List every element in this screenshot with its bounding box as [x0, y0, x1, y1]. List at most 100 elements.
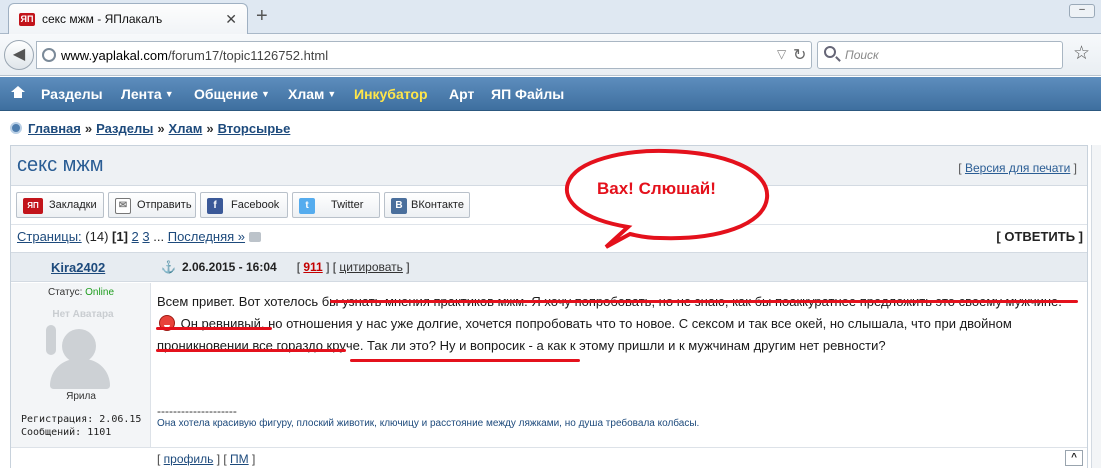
- post-date: 2.06.2015 - 16:04: [181, 260, 277, 274]
- menu-item-obshchenie[interactable]: Общение ▼: [194, 86, 270, 102]
- menu-item-razdely[interactable]: Разделы: [41, 86, 103, 102]
- twitter-label: Twitter: [331, 199, 364, 211]
- post-footer: [ профиль ] [ ПМ ] ^: [11, 447, 1087, 468]
- reply-button[interactable]: [ ОТВЕТИТЬ ]: [996, 229, 1083, 244]
- breadcrumb-main[interactable]: Главная: [28, 121, 81, 136]
- url-history-dropdown-icon[interactable]: ▽: [777, 47, 786, 61]
- menu-item-label: Лента: [121, 86, 162, 102]
- print-version-link[interactable]: Версия для печати: [965, 161, 1070, 175]
- twitter-icon: t: [299, 198, 315, 214]
- vk-icon: B: [391, 198, 407, 214]
- annotation-underline: [350, 359, 580, 362]
- search-placeholder: Поиск: [845, 48, 879, 62]
- browser-search-input[interactable]: Поиск: [817, 41, 1063, 69]
- close-tab-icon[interactable]: ✕: [225, 11, 237, 28]
- menu-item-label: Хлам: [288, 86, 325, 102]
- signature-separator: --------------------: [157, 404, 237, 418]
- home-icon[interactable]: [11, 86, 25, 98]
- post-footer-links: [ профиль ] [ ПМ ]: [157, 452, 256, 466]
- menu-item-inkubator[interactable]: Инкубатор: [354, 86, 428, 102]
- browser-tab[interactable]: ЯП секс мжм - ЯПлакалъ ✕: [8, 3, 248, 34]
- avatar-head-shape: [62, 329, 96, 363]
- facebook-icon: f: [207, 198, 223, 214]
- user-status: Статус: Online: [11, 287, 151, 298]
- annotation-underline: [156, 327, 272, 330]
- address-bar[interactable]: www.yaplakal.com/forum17/topic1126752.ht…: [36, 41, 812, 69]
- post-meta: ⚓ 2.06.2015 - 16:04 [ 911 ] [ цитировать …: [161, 260, 410, 274]
- avatar[interactable]: Нет Аватара: [44, 309, 122, 389]
- breadcrumb-sep: »: [206, 121, 214, 136]
- tab-title: секс мжм - ЯПлакалъ: [42, 12, 163, 26]
- search-icon: [824, 46, 836, 58]
- pagination: Страницы: (14) [1] 2 3 ... Последняя »: [17, 229, 262, 244]
- site-favicon-icon: ЯП: [19, 13, 35, 26]
- post-header: Kira2402 ⚓ 2.06.2015 - 16:04 [ 911 ] [ ци…: [11, 252, 1087, 282]
- browser-navbar: ◀ www.yaplakal.com/forum17/topic1126752.…: [0, 34, 1101, 76]
- profile-link[interactable]: профиль: [164, 452, 214, 466]
- breadcrumb-vtorsyrye[interactable]: Вторсырье: [218, 121, 291, 136]
- post-number[interactable]: 911: [303, 260, 322, 274]
- bookmarks-label: Закладки: [49, 199, 97, 211]
- yap-icon: ЯП: [23, 198, 43, 214]
- window-minimize-icon[interactable]: –: [1069, 4, 1095, 18]
- envelope-icon: ✉: [115, 198, 131, 214]
- scroll-top-button[interactable]: ^: [1065, 450, 1083, 466]
- breadcrumb-bullet-icon: [10, 122, 22, 134]
- print-version: [ Версия для печати ]: [958, 161, 1077, 175]
- pm-link[interactable]: ПМ: [230, 452, 249, 466]
- topic-header: секс мжм [ Версия для печати ]: [11, 146, 1087, 186]
- menu-item-art[interactable]: Арт: [449, 86, 474, 102]
- globe-icon: [42, 48, 56, 62]
- quote-link[interactable]: цитировать: [339, 260, 403, 274]
- caret-down-icon: ▼: [327, 89, 337, 99]
- status-online: Online: [85, 287, 115, 298]
- annotation-underline: [156, 349, 346, 352]
- share-bar: ЯП Закладки ✉ Отправить f Facebook t Twi…: [11, 187, 1087, 225]
- post-text-part2: Он ревнивый, но отношения у нас уже долг…: [157, 316, 1012, 353]
- msgs-label: Сообщений:: [21, 427, 82, 438]
- breadcrumb-sep: »: [157, 121, 165, 136]
- twitter-button[interactable]: t Twitter: [292, 192, 380, 218]
- current-page: [1]: [112, 229, 128, 244]
- breadcrumb-sep: »: [84, 121, 93, 136]
- anchor-icon[interactable]: ⚓: [161, 260, 176, 274]
- avatar-label: Нет Аватара: [52, 309, 114, 320]
- bookmarks-button[interactable]: ЯП Закладки: [16, 192, 104, 218]
- reg-date: 2.06.15: [99, 414, 142, 425]
- page-link-2[interactable]: 2: [132, 229, 139, 244]
- caret-down-icon: ▼: [164, 89, 174, 99]
- last-page-link[interactable]: Последняя »: [168, 229, 245, 244]
- signature: Она хотела красивую фигуру, плоский живо…: [157, 418, 700, 429]
- reload-icon[interactable]: ↻: [793, 45, 806, 65]
- avatar-hand-shape: [46, 325, 56, 355]
- pagination-label[interactable]: Страницы:: [17, 229, 82, 244]
- site-menu: Разделы Лента ▼ Общение ▼ Хлам ▼ Инкубатор …: [0, 77, 1101, 111]
- breadcrumb-khlam[interactable]: Хлам: [169, 121, 203, 136]
- menu-item-yap-files[interactable]: ЯП Файлы: [491, 86, 564, 102]
- speech-bubble-text: Вах! Слюшай!: [597, 179, 716, 198]
- new-tab-icon[interactable]: +: [256, 6, 268, 26]
- reg-label: Регистрация:: [21, 414, 94, 425]
- user-rank: Ярила: [66, 391, 96, 402]
- send-button[interactable]: ✉ Отправить: [108, 192, 196, 218]
- menu-item-label: Общение: [194, 86, 258, 102]
- bookmark-star-icon[interactable]: ☆: [1073, 42, 1090, 65]
- breadcrumb: Главная» Разделы» Хлам» Вторсырье: [10, 121, 290, 136]
- browser-tabstrip: ЯП секс мжм - ЯПлакалъ ✕ + –: [0, 0, 1101, 34]
- page-count: (14): [85, 229, 109, 244]
- post-author[interactable]: Kira2402: [51, 260, 105, 275]
- caret-down-icon: ▼: [260, 89, 270, 99]
- vkontakte-button[interactable]: B ВКонтакте: [384, 192, 470, 218]
- status-label: Статус:: [47, 287, 83, 298]
- menu-item-khlam[interactable]: Хлам ▼: [288, 86, 336, 102]
- vkontakte-label: ВКонтакте: [411, 199, 464, 211]
- back-button[interactable]: ◀: [4, 40, 34, 70]
- url-text[interactable]: www.yaplakal.com/forum17/topic1126752.ht…: [61, 48, 328, 63]
- menu-item-lenta[interactable]: Лента ▼: [121, 86, 174, 102]
- url-domain: www.yaplakal.com: [61, 48, 168, 63]
- facebook-label: Facebook: [231, 199, 280, 211]
- page-jump-icon[interactable]: [249, 232, 262, 242]
- facebook-button[interactable]: f Facebook: [200, 192, 288, 218]
- page-link-3[interactable]: 3: [142, 229, 149, 244]
- breadcrumb-razdely[interactable]: Разделы: [96, 121, 153, 136]
